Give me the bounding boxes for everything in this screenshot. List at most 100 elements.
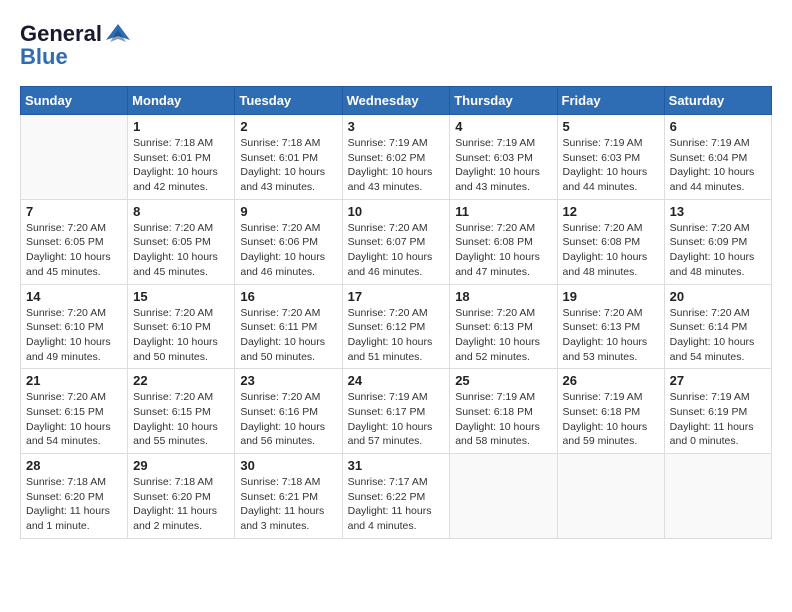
day-number: 21 bbox=[26, 373, 122, 388]
day-number: 29 bbox=[133, 458, 229, 473]
calendar-cell: 11 Sunrise: 7:20 AM Sunset: 6:08 PM Dayli… bbox=[450, 199, 557, 284]
calendar-cell: 2 Sunrise: 7:18 AM Sunset: 6:01 PM Daylig… bbox=[235, 115, 342, 200]
week-row-5: 28 Sunrise: 7:18 AM Sunset: 6:20 PM Dayli… bbox=[21, 454, 772, 539]
day-info: Sunrise: 7:20 AM Sunset: 6:08 PM Dayligh… bbox=[455, 221, 551, 280]
calendar-cell: 18 Sunrise: 7:20 AM Sunset: 6:13 PM Dayli… bbox=[450, 284, 557, 369]
week-row-3: 14 Sunrise: 7:20 AM Sunset: 6:10 PM Dayli… bbox=[21, 284, 772, 369]
day-info: Sunrise: 7:20 AM Sunset: 6:09 PM Dayligh… bbox=[670, 221, 766, 280]
day-number: 15 bbox=[133, 289, 229, 304]
day-info: Sunrise: 7:20 AM Sunset: 6:06 PM Dayligh… bbox=[240, 221, 336, 280]
calendar-cell: 21Sunrise: 7:20 AM Sunset: 6:15 PM Dayli… bbox=[21, 369, 128, 454]
calendar-cell: 1Sunrise: 7:18 AM Sunset: 6:01 PM Daylig… bbox=[128, 115, 235, 200]
day-header-thursday: Thursday bbox=[450, 87, 557, 115]
day-number: 4 bbox=[455, 119, 551, 134]
day-number: 27 bbox=[670, 373, 766, 388]
day-info: Sunrise: 7:19 AM Sunset: 6:03 PM Dayligh… bbox=[563, 136, 659, 195]
calendar-cell: 4 Sunrise: 7:19 AM Sunset: 6:03 PM Daylig… bbox=[450, 115, 557, 200]
day-info: Sunrise: 7:19 AM Sunset: 6:19 PM Dayligh… bbox=[670, 390, 766, 449]
day-info: Sunrise: 7:19 AM Sunset: 6:03 PM Dayligh… bbox=[455, 136, 551, 195]
day-info: Sunrise: 7:20 AM Sunset: 6:14 PM Dayligh… bbox=[670, 306, 766, 365]
day-info: Sunrise: 7:20 AM Sunset: 6:05 PM Dayligh… bbox=[26, 221, 122, 280]
day-number: 11 bbox=[455, 204, 551, 219]
calendar-cell: 15 Sunrise: 7:20 AM Sunset: 6:10 PM Dayli… bbox=[128, 284, 235, 369]
logo: General Blue bbox=[20, 20, 132, 70]
day-number: 25 bbox=[455, 373, 551, 388]
calendar-cell: 27 Sunrise: 7:19 AM Sunset: 6:19 PM Dayli… bbox=[664, 369, 771, 454]
calendar-cell: 5 Sunrise: 7:19 AM Sunset: 6:03 PM Daylig… bbox=[557, 115, 664, 200]
day-number: 14 bbox=[26, 289, 122, 304]
calendar-cell: 24Sunrise: 7:19 AM Sunset: 6:17 PM Dayli… bbox=[342, 369, 450, 454]
day-info: Sunrise: 7:20 AM Sunset: 6:05 PM Dayligh… bbox=[133, 221, 229, 280]
calendar-cell bbox=[21, 115, 128, 200]
calendar-cell: 9 Sunrise: 7:20 AM Sunset: 6:06 PM Daylig… bbox=[235, 199, 342, 284]
day-number: 8 bbox=[133, 204, 229, 219]
day-number: 13 bbox=[670, 204, 766, 219]
calendar-cell: 20 Sunrise: 7:20 AM Sunset: 6:14 PM Dayli… bbox=[664, 284, 771, 369]
day-info: Sunrise: 7:20 AM Sunset: 6:12 PM Dayligh… bbox=[348, 306, 445, 365]
calendar-cell: 16 Sunrise: 7:20 AM Sunset: 6:11 PM Dayli… bbox=[235, 284, 342, 369]
day-number: 12 bbox=[563, 204, 659, 219]
day-number: 31 bbox=[348, 458, 445, 473]
calendar-cell: 12 Sunrise: 7:20 AM Sunset: 6:08 PM Dayli… bbox=[557, 199, 664, 284]
day-header-wednesday: Wednesday bbox=[342, 87, 450, 115]
day-header-saturday: Saturday bbox=[664, 87, 771, 115]
day-info: Sunrise: 7:20 AM Sunset: 6:16 PM Dayligh… bbox=[240, 390, 336, 449]
calendar-cell bbox=[557, 454, 664, 539]
logo-text-blue: Blue bbox=[20, 44, 68, 70]
day-info: Sunrise: 7:19 AM Sunset: 6:04 PM Dayligh… bbox=[670, 136, 766, 195]
calendar-cell: 19 Sunrise: 7:20 AM Sunset: 6:13 PM Dayli… bbox=[557, 284, 664, 369]
day-info: Sunrise: 7:20 AM Sunset: 6:13 PM Dayligh… bbox=[455, 306, 551, 365]
page-header: General Blue bbox=[20, 20, 772, 70]
calendar-cell bbox=[664, 454, 771, 539]
calendar-cell: 25Sunrise: 7:19 AM Sunset: 6:18 PM Dayli… bbox=[450, 369, 557, 454]
calendar-cell: 31 Sunrise: 7:17 AM Sunset: 6:22 PM Dayli… bbox=[342, 454, 450, 539]
day-info: Sunrise: 7:20 AM Sunset: 6:10 PM Dayligh… bbox=[133, 306, 229, 365]
day-number: 20 bbox=[670, 289, 766, 304]
day-number: 16 bbox=[240, 289, 336, 304]
day-number: 7 bbox=[26, 204, 122, 219]
day-info: Sunrise: 7:18 AM Sunset: 6:20 PM Dayligh… bbox=[26, 475, 122, 534]
day-number: 26 bbox=[563, 373, 659, 388]
day-info: Sunrise: 7:18 AM Sunset: 6:01 PM Dayligh… bbox=[240, 136, 336, 195]
day-info: Sunrise: 7:20 AM Sunset: 6:08 PM Dayligh… bbox=[563, 221, 659, 280]
day-number: 23 bbox=[240, 373, 336, 388]
day-number: 19 bbox=[563, 289, 659, 304]
day-number: 2 bbox=[240, 119, 336, 134]
day-number: 18 bbox=[455, 289, 551, 304]
calendar-cell: 6 Sunrise: 7:19 AM Sunset: 6:04 PM Daylig… bbox=[664, 115, 771, 200]
day-header-tuesday: Tuesday bbox=[235, 87, 342, 115]
logo-icon bbox=[104, 20, 132, 48]
day-info: Sunrise: 7:20 AM Sunset: 6:13 PM Dayligh… bbox=[563, 306, 659, 365]
day-info: Sunrise: 7:18 AM Sunset: 6:21 PM Dayligh… bbox=[240, 475, 336, 534]
day-number: 10 bbox=[348, 204, 445, 219]
calendar-cell: 26Sunrise: 7:19 AM Sunset: 6:18 PM Dayli… bbox=[557, 369, 664, 454]
week-row-2: 7 Sunrise: 7:20 AM Sunset: 6:05 PM Daylig… bbox=[21, 199, 772, 284]
day-number: 30 bbox=[240, 458, 336, 473]
calendar-cell: 14 Sunrise: 7:20 AM Sunset: 6:10 PM Dayli… bbox=[21, 284, 128, 369]
day-info: Sunrise: 7:17 AM Sunset: 6:22 PM Dayligh… bbox=[348, 475, 445, 534]
day-info: Sunrise: 7:20 AM Sunset: 6:15 PM Dayligh… bbox=[133, 390, 229, 449]
day-info: Sunrise: 7:20 AM Sunset: 6:07 PM Dayligh… bbox=[348, 221, 445, 280]
calendar-cell: 3 Sunrise: 7:19 AM Sunset: 6:02 PM Daylig… bbox=[342, 115, 450, 200]
calendar-cell: 28 Sunrise: 7:18 AM Sunset: 6:20 PM Dayli… bbox=[21, 454, 128, 539]
day-info: Sunrise: 7:20 AM Sunset: 6:10 PM Dayligh… bbox=[26, 306, 122, 365]
calendar-cell: 8 Sunrise: 7:20 AM Sunset: 6:05 PM Daylig… bbox=[128, 199, 235, 284]
week-row-1: 1Sunrise: 7:18 AM Sunset: 6:01 PM Daylig… bbox=[21, 115, 772, 200]
calendar-cell: 22Sunrise: 7:20 AM Sunset: 6:15 PM Dayli… bbox=[128, 369, 235, 454]
calendar-table: SundayMondayTuesdayWednesdayThursdayFrid… bbox=[20, 86, 772, 539]
day-info: Sunrise: 7:20 AM Sunset: 6:11 PM Dayligh… bbox=[240, 306, 336, 365]
calendar-header-row: SundayMondayTuesdayWednesdayThursdayFrid… bbox=[21, 87, 772, 115]
day-info: Sunrise: 7:18 AM Sunset: 6:20 PM Dayligh… bbox=[133, 475, 229, 534]
day-number: 3 bbox=[348, 119, 445, 134]
calendar-cell bbox=[450, 454, 557, 539]
day-info: Sunrise: 7:19 AM Sunset: 6:02 PM Dayligh… bbox=[348, 136, 445, 195]
day-number: 28 bbox=[26, 458, 122, 473]
day-number: 5 bbox=[563, 119, 659, 134]
day-info: Sunrise: 7:18 AM Sunset: 6:01 PM Dayligh… bbox=[133, 136, 229, 195]
calendar-cell: 30 Sunrise: 7:18 AM Sunset: 6:21 PM Dayli… bbox=[235, 454, 342, 539]
day-number: 9 bbox=[240, 204, 336, 219]
calendar-cell: 10 Sunrise: 7:20 AM Sunset: 6:07 PM Dayli… bbox=[342, 199, 450, 284]
day-number: 6 bbox=[670, 119, 766, 134]
calendar-cell: 23 Sunrise: 7:20 AM Sunset: 6:16 PM Dayli… bbox=[235, 369, 342, 454]
calendar-cell: 17Sunrise: 7:20 AM Sunset: 6:12 PM Dayli… bbox=[342, 284, 450, 369]
